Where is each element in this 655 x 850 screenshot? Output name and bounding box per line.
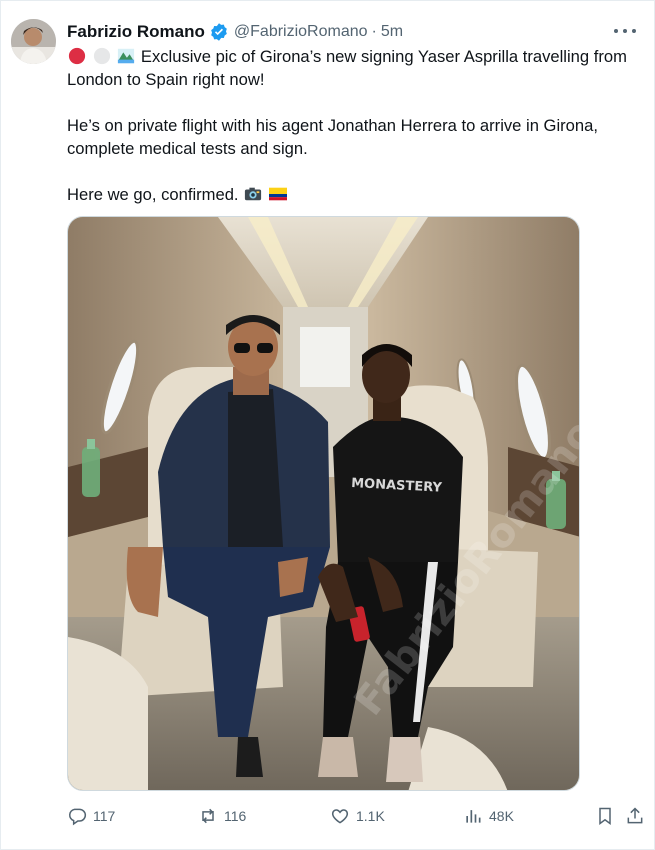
- bookmark-icon: [599, 807, 611, 825]
- bookmark-button[interactable]: [595, 803, 615, 829]
- author-handle[interactable]: @FabrizioRomano: [234, 23, 368, 41]
- avatar[interactable]: [11, 19, 56, 64]
- reply-icon: [69, 808, 87, 826]
- tweet-text: Exclusive pic of Girona’s new signing Ya…: [67, 45, 647, 229]
- more-options-icon[interactable]: [614, 23, 636, 39]
- view-count: 48K: [489, 808, 514, 824]
- tweet-header: Fabrizio Romano @FabrizioRomano · 5m: [67, 21, 403, 43]
- share-icon: [627, 807, 643, 824]
- camera-emoji: [245, 187, 262, 201]
- repost-icon: [202, 808, 214, 824]
- tweet-card[interactable]: Fabrizio Romano @FabrizioRomano · 5m Exc…: [0, 0, 655, 850]
- verified-badge-icon: [211, 23, 227, 41]
- reply-button[interactable]: 117: [67, 803, 115, 829]
- tweet-line-2: He’s on private flight with his agent Jo…: [67, 116, 598, 158]
- like-count: 1.1K: [356, 808, 385, 824]
- post-time[interactable]: 5m: [381, 23, 403, 41]
- red-circle-emoji: [68, 47, 86, 65]
- separator-dot: ·: [371, 23, 377, 40]
- views-button[interactable]: 48K: [463, 803, 514, 829]
- colombia-flag-emoji: [268, 187, 287, 201]
- mountain-emoji: [118, 48, 135, 64]
- reply-count: 117: [93, 808, 116, 824]
- action-bar: 117 116 1.1K 48K: [67, 803, 647, 829]
- white-circle-emoji: [93, 47, 110, 65]
- heart-icon: [331, 809, 349, 824]
- tweet-paragraph-2: He’s on private flight with his agent Jo…: [67, 114, 647, 160]
- analytics-icon: [466, 810, 481, 823]
- repost-button[interactable]: 116: [198, 803, 246, 829]
- tweet-line-3: Here we go, confirmed.: [67, 185, 239, 204]
- author-name[interactable]: Fabrizio Romano: [67, 22, 205, 42]
- tweet-line-1: Exclusive pic of Girona’s new signing Ya…: [67, 47, 627, 89]
- share-button[interactable]: [625, 803, 645, 829]
- repost-count: 116: [224, 808, 247, 824]
- like-button[interactable]: 1.1K: [330, 803, 385, 829]
- tweet-photo[interactable]: MONASTERY FabrizioRomano: [67, 216, 580, 791]
- tweet-paragraph-3: Here we go, confirmed.: [67, 183, 647, 206]
- tweet-paragraph-1: Exclusive pic of Girona’s new signing Ya…: [67, 45, 647, 91]
